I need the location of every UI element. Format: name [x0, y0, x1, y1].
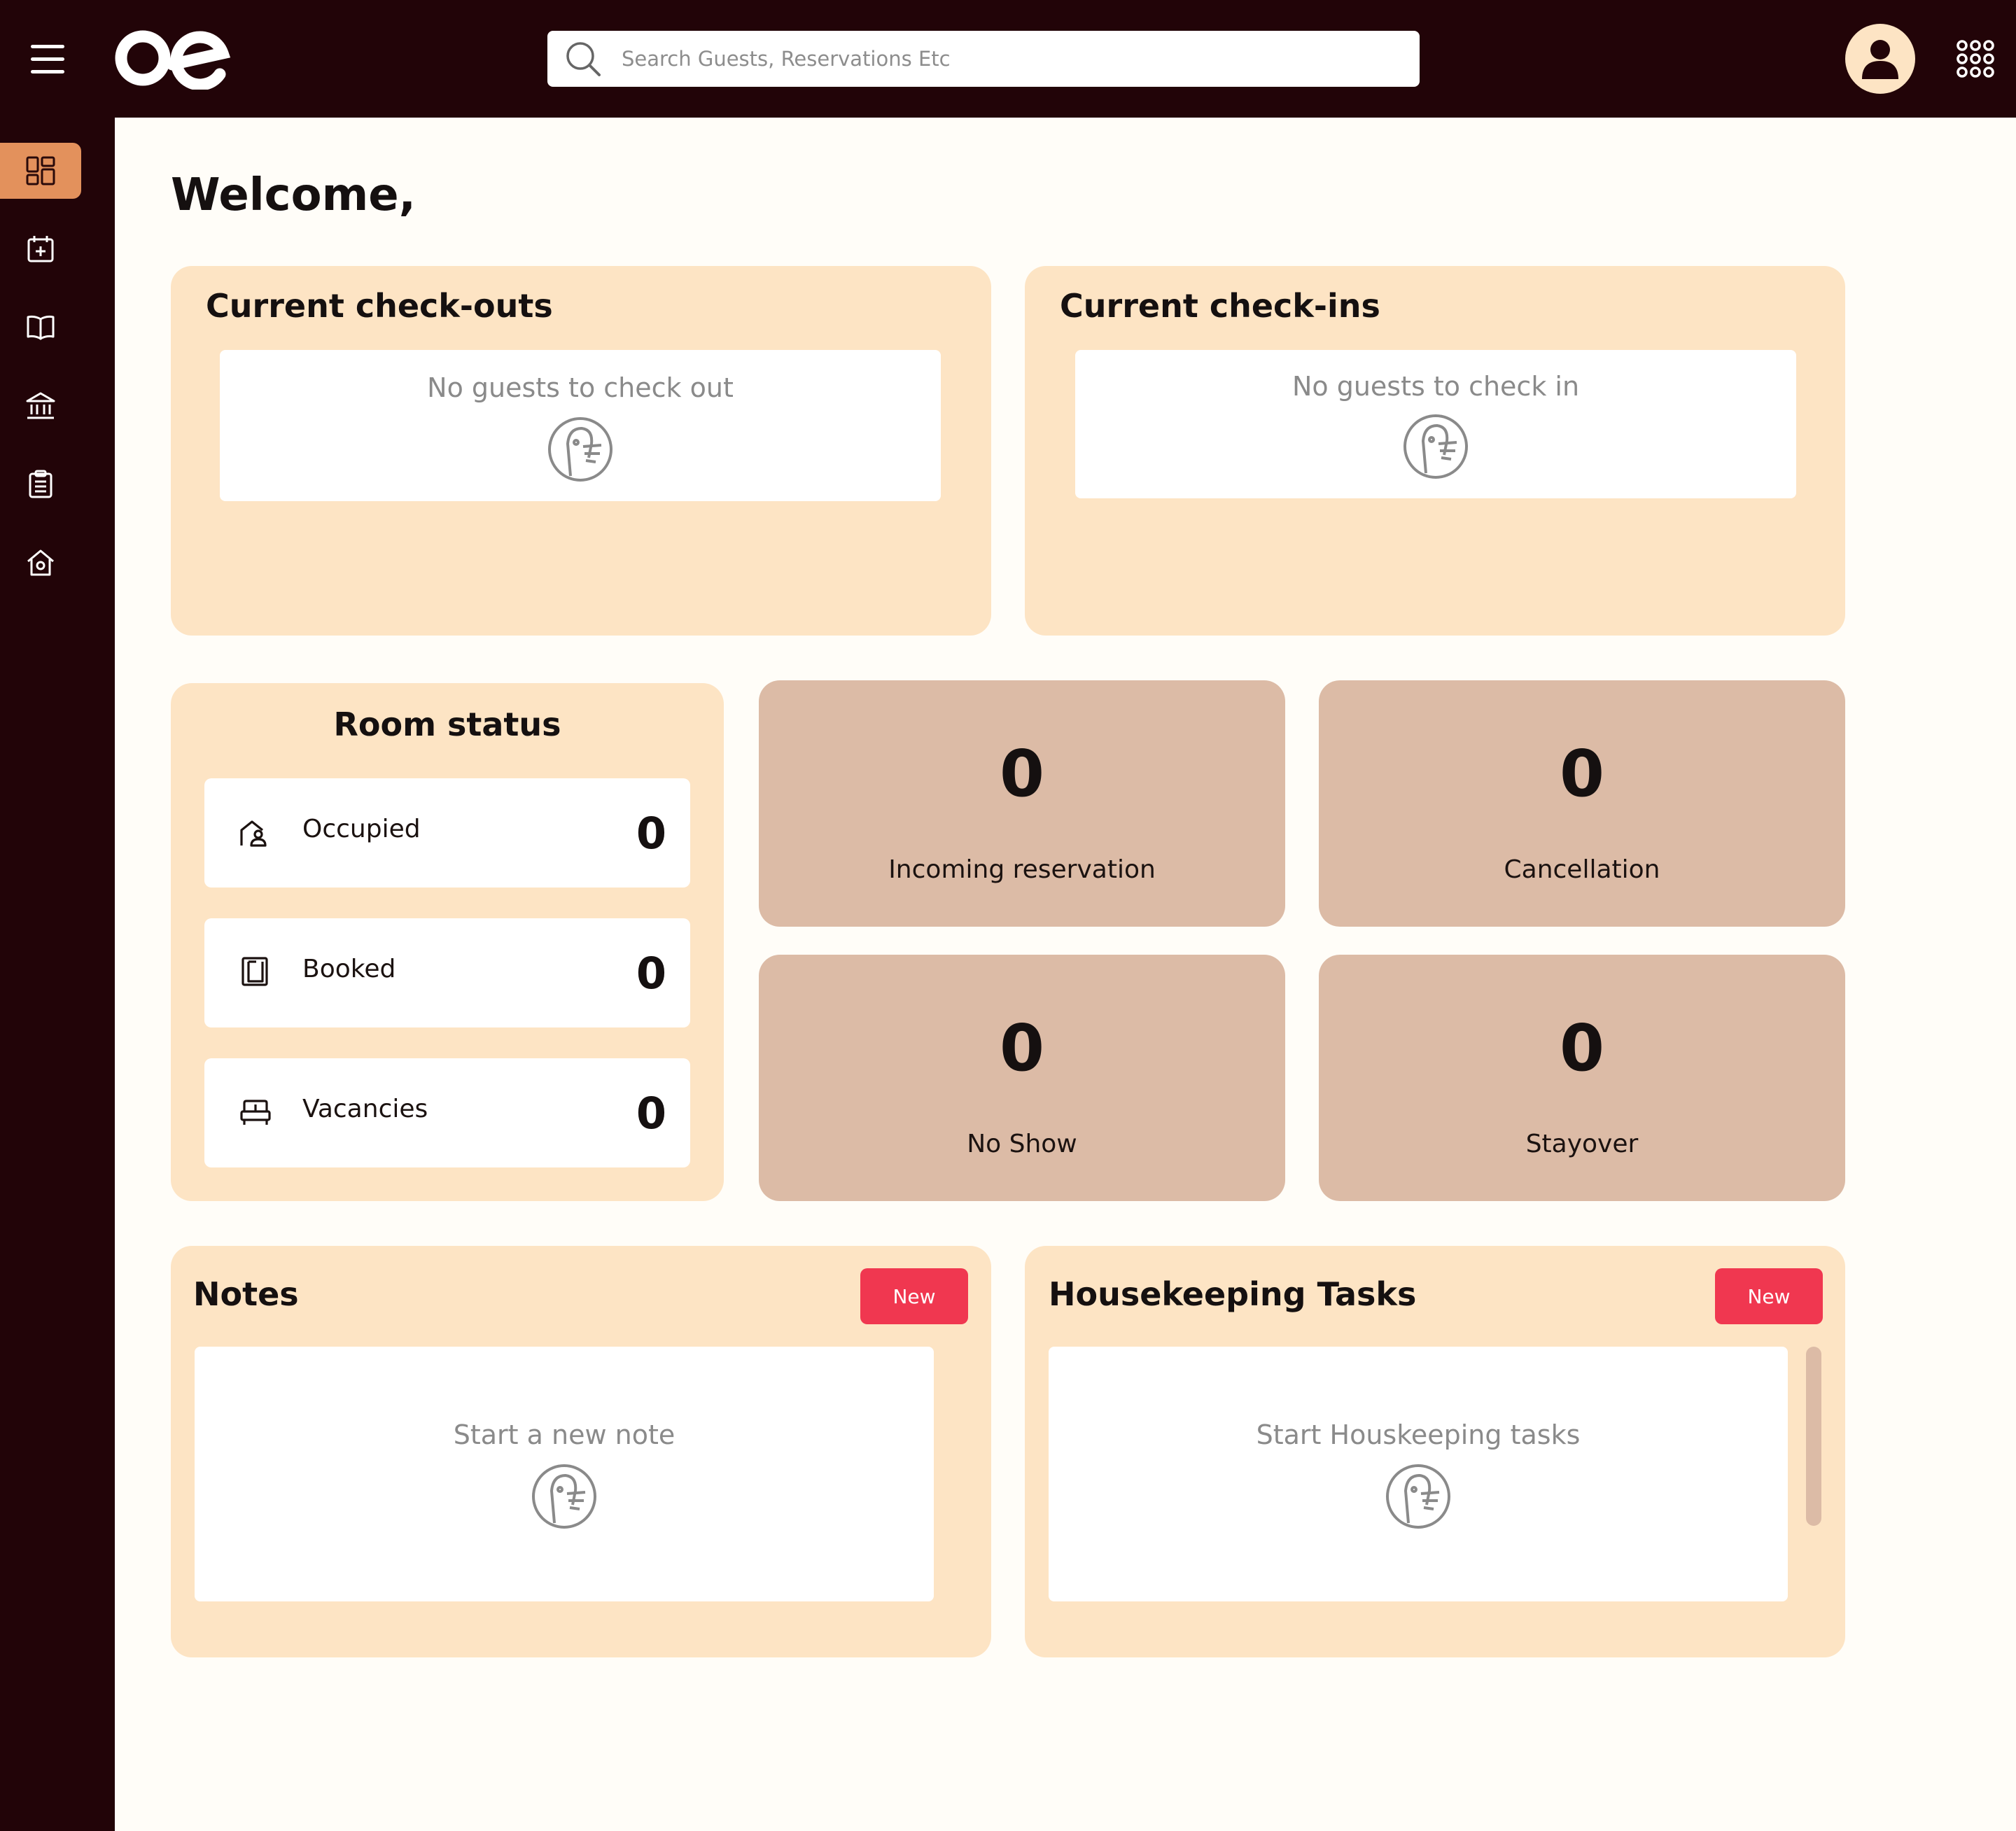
new-note-button[interactable]: New	[860, 1268, 968, 1324]
new-housekeeping-task-button[interactable]: New	[1715, 1268, 1823, 1324]
bank-icon	[26, 392, 55, 419]
checkins-empty-box: No guests to check in	[1075, 350, 1796, 498]
clipboard-icon	[29, 470, 52, 498]
room-status-value: 0	[636, 808, 666, 859]
room-status-row-occupied[interactable]: Occupied 0	[204, 778, 690, 888]
bed-icon	[240, 1100, 271, 1125]
stat-value: 0	[1559, 736, 1604, 811]
booked-door-icon	[241, 957, 268, 986]
room-status-label: Vacancies	[302, 1095, 428, 1123]
sidebar	[0, 118, 115, 1831]
top-bar	[0, 0, 2016, 118]
notes-empty-text: Start a new note	[453, 1419, 676, 1450]
stat-label: Stayover	[1525, 1130, 1639, 1158]
checkins-empty-text: No guests to check in	[1292, 371, 1580, 402]
notes-card: Notes New Start a new note	[171, 1246, 991, 1657]
stat-label: Cancellation	[1504, 855, 1660, 884]
room-status-label: Booked	[302, 955, 396, 983]
stat-value: 0	[1559, 1011, 1604, 1086]
sidebar-item-property[interactable]	[0, 535, 81, 591]
room-status-value: 0	[636, 1088, 666, 1139]
checkouts-empty-text: No guests to check out	[427, 372, 734, 403]
book-icon	[27, 315, 55, 340]
apps-grid-icon[interactable]	[1956, 39, 1995, 78]
housekeeping-card: Housekeeping Tasks New Start Houskeeping…	[1025, 1246, 1845, 1657]
checkins-card: Current check-ins No guests to check in	[1025, 266, 1845, 636]
housekeeping-title: Housekeeping Tasks	[1049, 1275, 1417, 1313]
search-bar[interactable]	[547, 31, 1420, 87]
checkouts-title: Current check-outs	[206, 287, 553, 325]
sidebar-item-bookings[interactable]	[0, 300, 81, 356]
room-status-card: Room status Occupied 0 Booked 0 Vacancie…	[171, 683, 724, 1201]
checkins-title: Current check-ins	[1060, 287, 1380, 325]
calendar-add-icon	[27, 236, 54, 262]
room-status-row-booked[interactable]: Booked 0	[204, 918, 690, 1027]
stat-label: No Show	[967, 1130, 1077, 1158]
empty-state-mascot-icon	[548, 417, 612, 482]
sidebar-item-reservations[interactable]	[0, 221, 81, 277]
stat-card-cancellation[interactable]: 0 Cancellation	[1319, 680, 1845, 927]
sidebar-item-finance[interactable]	[0, 378, 81, 434]
checkouts-card: Current check-outs No guests to check ou…	[171, 266, 991, 636]
dashboard-icon	[26, 156, 55, 185]
sidebar-item-dashboard[interactable]	[0, 143, 81, 199]
stat-value: 0	[999, 1011, 1044, 1086]
user-avatar-icon[interactable]	[1845, 24, 1915, 94]
oe-logo[interactable]	[112, 27, 231, 90]
room-status-row-vacancies[interactable]: Vacancies 0	[204, 1058, 690, 1167]
occupied-house-icon	[240, 820, 267, 847]
sidebar-item-reports[interactable]	[0, 456, 81, 512]
room-status-title: Room status	[333, 706, 561, 743]
stat-label: Incoming reservation	[888, 855, 1156, 884]
housekeeping-empty-text: Start Houskeeping tasks	[1256, 1419, 1581, 1450]
page-title: Welcome,	[171, 169, 416, 221]
empty-state-mascot-icon	[1404, 414, 1468, 479]
search-icon	[566, 42, 601, 76]
room-status-value: 0	[636, 948, 666, 999]
stat-card-incoming-reservation[interactable]: 0 Incoming reservation	[759, 680, 1285, 927]
search-input[interactable]	[620, 46, 1379, 71]
stat-card-stayover[interactable]: 0 Stayover	[1319, 955, 1845, 1201]
checkouts-empty-box: No guests to check out	[220, 350, 941, 501]
housekeeping-empty-box: Start Houskeeping tasks	[1049, 1347, 1788, 1601]
empty-state-mascot-icon	[532, 1464, 596, 1529]
room-status-label: Occupied	[302, 815, 421, 843]
notes-empty-box: Start a new note	[195, 1347, 934, 1601]
hamburger-icon[interactable]	[31, 42, 70, 77]
stat-card-no-show[interactable]: 0 No Show	[759, 955, 1285, 1201]
stat-value: 0	[999, 736, 1044, 811]
housekeeping-scrollbar[interactable]	[1806, 1347, 1821, 1526]
empty-state-mascot-icon	[1386, 1464, 1450, 1529]
house-settings-icon	[27, 549, 54, 576]
notes-title: Notes	[193, 1275, 299, 1313]
